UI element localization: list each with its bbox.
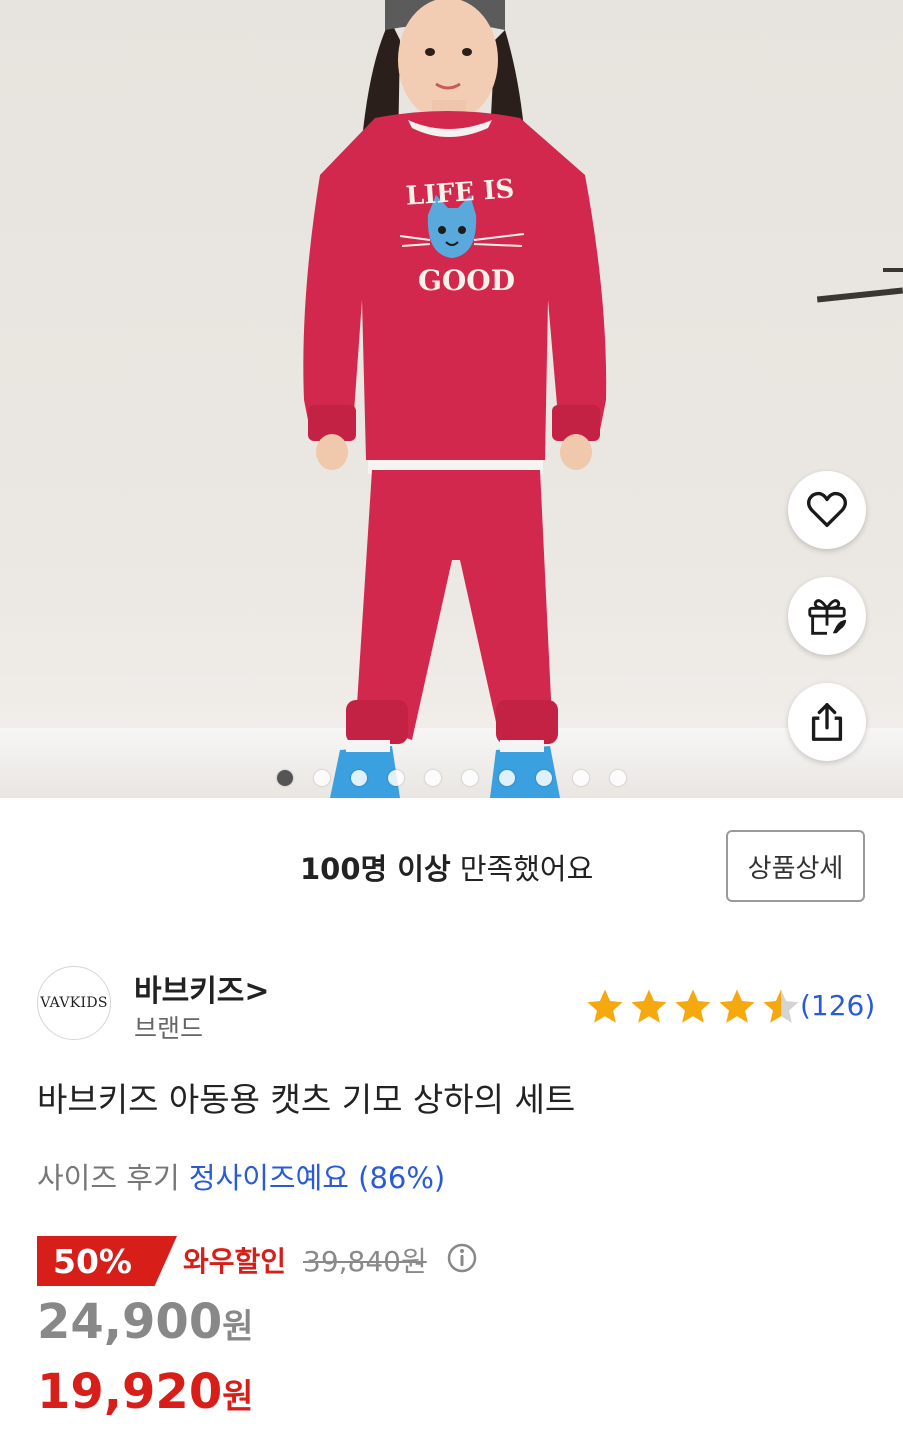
currency-unit: 원 — [222, 1307, 254, 1347]
satisfaction-label: 만족했어요 — [450, 852, 594, 886]
carousel-dot[interactable] — [610, 770, 626, 786]
size-review-label: 사이즈 후기 — [37, 1161, 180, 1195]
star-full-icon — [631, 989, 667, 1023]
satisfaction-text: 100명 이상 만족했어요 — [300, 846, 593, 888]
carousel-dot[interactable] — [462, 770, 478, 786]
product-detail-button[interactable]: 상품상세 — [726, 830, 865, 902]
gift-button[interactable] — [788, 577, 866, 655]
rating-stars[interactable] — [584, 986, 804, 1028]
carousel-indicator — [0, 770, 903, 790]
product-image[interactable]: LIFE IS GOOD — [0, 0, 903, 798]
carousel-dot[interactable] — [314, 770, 330, 786]
share-button[interactable] — [788, 683, 866, 761]
gift-icon — [808, 599, 847, 635]
wow-discount-label: 와우할인 — [183, 1245, 287, 1278]
brand-logo[interactable]: VAVKIDS — [37, 966, 111, 1040]
brand-link[interactable]: 바브키즈> — [134, 966, 270, 1010]
currency-unit: 원 — [222, 1377, 254, 1417]
review-count-link[interactable]: (126) — [800, 989, 875, 1022]
wishlist-button[interactable] — [788, 471, 866, 549]
wow-price-value: 19,920 — [37, 1364, 223, 1420]
brand-name: 바브키즈 — [134, 974, 245, 1009]
size-review[interactable]: 사이즈 후기 정사이즈예요 (86%) — [37, 1155, 445, 1197]
product-title: 바브키즈 아동용 캣츠 기모 상하의 세트 — [37, 1080, 576, 1119]
star-full-icon — [675, 989, 711, 1023]
sale-price-value: 24,900 — [37, 1294, 223, 1350]
carousel-dot[interactable] — [425, 770, 441, 786]
brand-label: 브랜드 — [134, 1014, 204, 1043]
sale-price: 24,900원 — [37, 1294, 254, 1350]
size-review-value: 정사이즈예요 (86%) — [188, 1161, 446, 1195]
info-icon[interactable] — [446, 1242, 478, 1274]
model-illustration — [303, 0, 607, 798]
shirt-graphic-text-bottom: GOOD — [418, 264, 515, 297]
heart-icon — [807, 491, 847, 528]
carousel-dot[interactable] — [277, 770, 293, 786]
satisfaction-count: 100명 이상 — [300, 852, 451, 886]
carousel-dot[interactable] — [351, 770, 367, 786]
carousel-dot[interactable] — [573, 770, 589, 786]
carousel-dot[interactable] — [388, 770, 404, 786]
share-icon — [811, 703, 843, 741]
chevron-right-icon: > — [244, 974, 270, 1009]
star-full-icon — [587, 989, 623, 1023]
star-full-icon — [719, 989, 755, 1023]
original-price: 39,840원 — [303, 1245, 427, 1278]
carousel-dot[interactable] — [499, 770, 515, 786]
wow-price: 19,920원 — [37, 1364, 254, 1420]
carousel-dot[interactable] — [536, 770, 552, 786]
star-half-icon — [763, 989, 799, 1023]
discount-badge: 50% — [37, 1236, 177, 1286]
